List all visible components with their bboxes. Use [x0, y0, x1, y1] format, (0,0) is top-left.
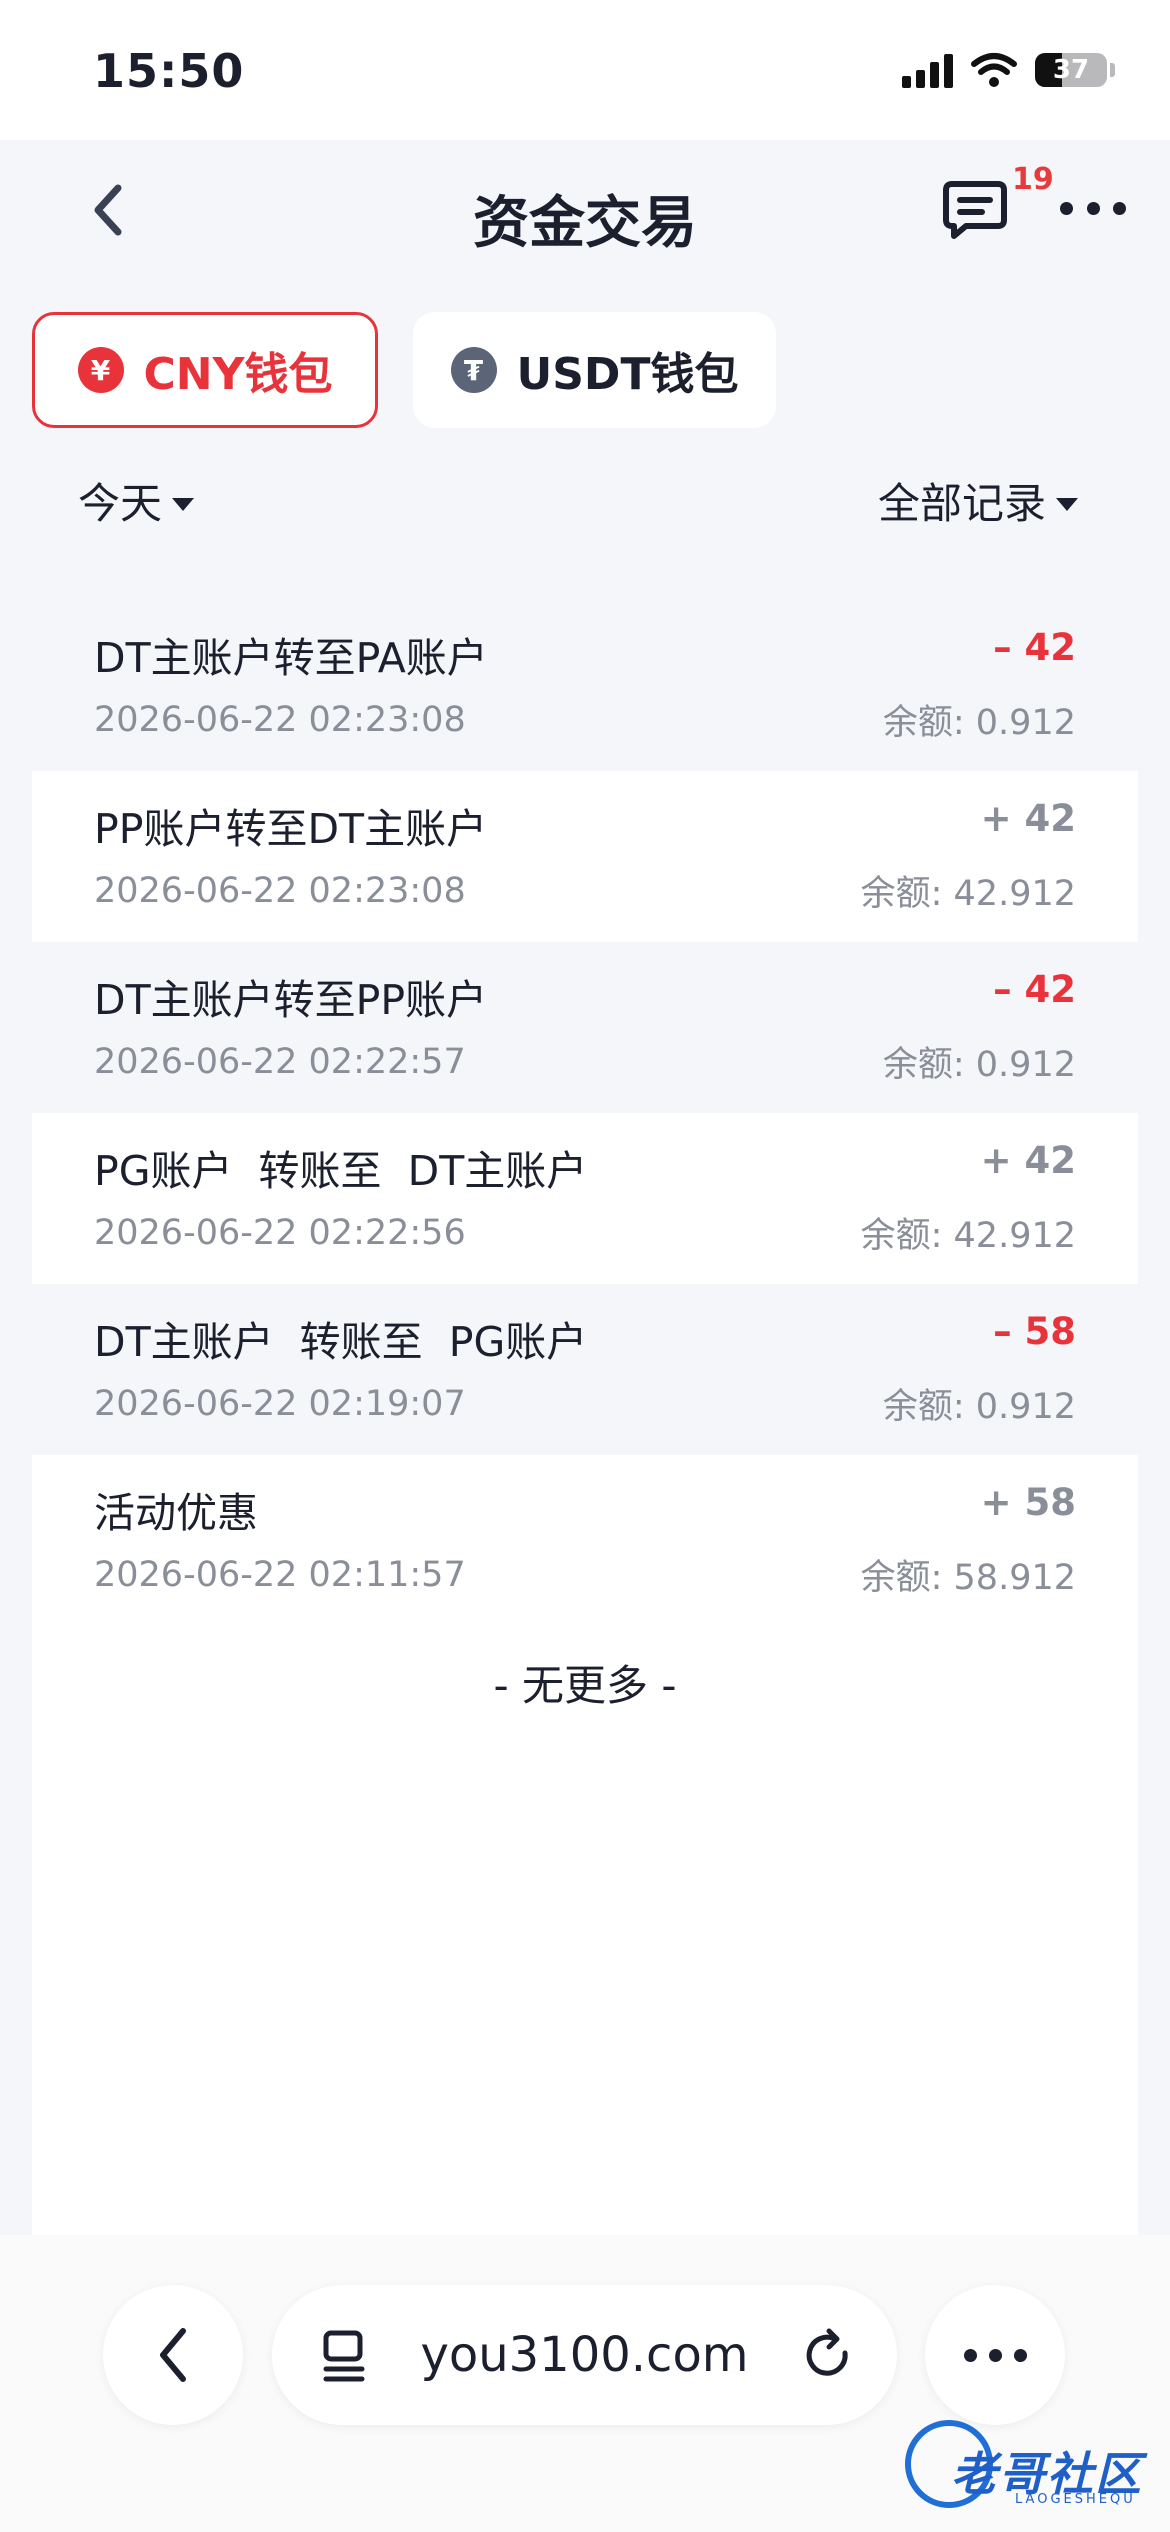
list-background-panel: [32, 1625, 1138, 2235]
cellular-signal-icon: [902, 52, 953, 88]
wifi-icon: [971, 53, 1017, 87]
message-icon[interactable]: [940, 176, 1010, 244]
transaction-title: 活动优惠: [94, 1489, 258, 1537]
transaction-amount: + 42: [980, 1139, 1076, 1182]
battery-level: 37: [1052, 55, 1090, 85]
transaction-balance: 余额: 0.912: [882, 1387, 1076, 1427]
tab-usdt-wallet[interactable]: ₮ USDT钱包: [413, 312, 776, 428]
browser-url-bar[interactable]: you3100.com: [272, 2285, 897, 2425]
transaction-balance: 余额: 42.912: [860, 1216, 1076, 1256]
transaction-balance: 余额: 42.912: [860, 874, 1076, 914]
transaction-list: DT主账户转至PA账户 2026-06-22 02:23:08 – 42 余额:…: [32, 600, 1138, 1626]
transaction-row[interactable]: DT主账户转至PA账户 2026-06-22 02:23:08 – 42 余额:…: [32, 600, 1138, 771]
transaction-time: 2026-06-22 02:23:08: [94, 871, 466, 911]
transaction-row[interactable]: PP账户转至DT主账户 2026-06-22 02:23:08 + 42 余额:…: [32, 771, 1138, 942]
transaction-row[interactable]: PG账户 转账至 DT主账户 2026-06-22 02:22:56 + 42 …: [32, 1113, 1138, 1284]
transaction-amount: + 42: [980, 797, 1076, 840]
status-icons: 37: [902, 52, 1115, 88]
transaction-time: 2026-06-22 02:19:07: [94, 1384, 466, 1424]
tab-usdt-wallet-label: USDT钱包: [516, 349, 739, 400]
caret-down-icon: [172, 498, 195, 511]
transaction-title: PP账户转至DT主账户: [94, 805, 488, 853]
tether-coin-icon: ₮: [450, 347, 497, 393]
nav-header: 资金交易 19: [0, 140, 1170, 280]
no-more-text: - 无更多 -: [493, 1661, 677, 1710]
transaction-time: 2026-06-22 02:11:57: [94, 1555, 466, 1595]
type-filter-dropdown[interactable]: 全部记录: [878, 470, 1078, 531]
transaction-row[interactable]: 活动优惠 2026-06-22 02:11:57 + 58 余额: 58.912: [32, 1455, 1138, 1626]
browser-more-button[interactable]: [925, 2285, 1065, 2425]
transaction-title: DT主账户 转账至 PG账户: [94, 1318, 588, 1366]
transaction-balance: 余额: 58.912: [860, 1558, 1076, 1598]
chevron-left-icon: [160, 2328, 186, 2382]
message-badge: 19: [1012, 162, 1054, 197]
yuan-coin-icon: ¥: [77, 347, 124, 393]
caret-down-icon: [1056, 498, 1078, 511]
transaction-amount: – 42: [993, 968, 1076, 1011]
transaction-row[interactable]: DT主账户 转账至 PG账户 2026-06-22 02:19:07 – 58 …: [32, 1284, 1138, 1455]
transaction-balance: 余额: 0.912: [882, 1045, 1076, 1085]
tab-cny-wallet[interactable]: ¥ CNY钱包: [32, 312, 378, 428]
transaction-title: PG账户 转账至 DT主账户: [94, 1147, 588, 1195]
more-options-icon[interactable]: [1060, 188, 1126, 228]
transaction-amount: – 58: [993, 1310, 1076, 1353]
battery-icon: 37: [1035, 53, 1115, 87]
status-bar: 15:50 37: [0, 0, 1170, 140]
transaction-time: 2026-06-22 02:22:56: [94, 1213, 466, 1253]
transaction-title: DT主账户转至PA账户: [94, 634, 488, 682]
transaction-amount: – 42: [993, 626, 1076, 669]
transaction-row[interactable]: DT主账户转至PP账户 2026-06-22 02:22:57 – 42 余额:…: [32, 942, 1138, 1113]
transaction-balance: 余额: 0.912: [882, 703, 1076, 743]
date-filter-label: 今天: [78, 479, 163, 528]
watermark-subtext: LAOGESHEQU: [1015, 2492, 1136, 2507]
reload-icon[interactable]: [801, 2327, 857, 2383]
type-filter-label: 全部记录: [877, 479, 1046, 528]
transaction-amount: + 58: [980, 1481, 1076, 1524]
browser-back-button[interactable]: [103, 2285, 243, 2425]
watermark-logo: 老哥社区 LAOGESHEQU: [905, 2420, 1155, 2510]
tab-cny-wallet-label: CNY钱包: [143, 349, 333, 400]
transaction-time: 2026-06-22 02:23:08: [94, 700, 466, 740]
transaction-time: 2026-06-22 02:22:57: [94, 1042, 466, 1082]
status-time: 15:50: [93, 44, 245, 98]
date-filter-dropdown[interactable]: 今天: [78, 470, 195, 531]
transaction-title: DT主账户转至PP账户: [94, 976, 488, 1024]
